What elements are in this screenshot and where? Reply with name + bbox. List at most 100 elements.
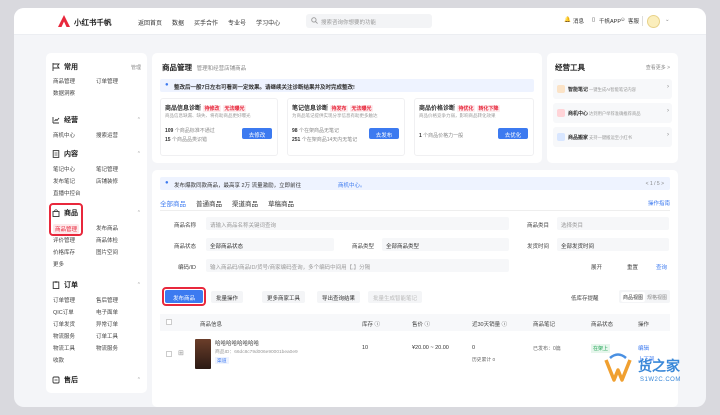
sidebar-item[interactable]: 图片空间 [96,248,118,256]
sku-view-tab[interactable]: 规格视图 [647,294,667,301]
export-button[interactable]: 导出查询结果 [317,291,361,303]
chevron-up-icon[interactable]: ⌃ [137,117,141,123]
expand-icon[interactable]: ⊞ [178,349,184,357]
sidebar-item[interactable]: 评价管理 [53,236,75,244]
watermark-logo-icon [604,353,632,382]
merchant-tools-button[interactable]: 更多商家工具 [262,291,306,303]
search-input[interactable]: 搜索咨询你想要的功能 [306,14,432,28]
sidebar-item[interactable]: 笔记中心 [53,165,75,173]
nav-data[interactable]: 数据 [172,18,184,27]
low-stock-toggle[interactable]: 低库存提醒 [571,294,599,302]
service-link[interactable]: 客服 [628,17,639,25]
sidebar-item[interactable]: 发布笔记 [53,177,75,185]
nav-buyer[interactable]: 买手合作 [194,18,218,27]
code-input[interactable]: 输入商品码/商品ID/货号/商家编码查询，多个编码中间用【,】分隔 [206,259,509,272]
batch-button[interactable]: 批量操作 [211,291,244,303]
app-name: 小红书千帆 [74,18,112,27]
goods-view-tab[interactable]: 商品视图 [621,292,646,302]
reset-button[interactable]: 重置 [627,263,638,271]
sidebar-item[interactable]: 电子面单 [96,308,118,316]
section-aftersale[interactable]: 售后 [52,375,78,385]
chevron-up-icon[interactable]: ⌃ [137,282,141,288]
sidebar-item[interactable]: QIC订单 [53,308,74,316]
sidebar-item[interactable]: 订单发货 [53,320,75,328]
chevron-up-icon[interactable]: ⌃ [137,151,141,157]
page-title-row: 商品管理 管理和经营店铺商品 [162,62,246,73]
status-select[interactable]: 全部商品状态 [206,238,334,251]
manage-link[interactable]: 管理 [131,64,141,71]
sidebar-item[interactable]: 商机中心 [53,131,75,139]
select-all-checkbox[interactable] [166,319,172,325]
query-button[interactable]: 查询 [656,263,667,271]
notice-pager[interactable]: < 1 / 5 > [646,181,664,187]
section-content[interactable]: 内容 [52,149,78,159]
messages-link[interactable]: 消息 [573,17,584,25]
sidebar-item-goods-manage[interactable]: 商品管理 [53,224,80,234]
notice-bar: ● 发布爆款同款商品，最高享 2万 流量激励，立即前往 商机中心。 < 1 / … [160,177,670,190]
sidebar-item[interactable]: 发布商品 [96,224,118,232]
row-checkbox[interactable] [166,351,172,357]
search-icon [311,17,318,24]
sidebar-item[interactable]: 商品体检 [96,236,118,244]
section-business[interactable]: 经营 [52,115,78,125]
sidebar-item[interactable]: 搜索运营 [96,131,118,139]
tool-item[interactable]: 商品搬家 支持一键搬运至小红书 › [553,127,672,147]
type-select[interactable]: 全部商品类型 [382,238,509,251]
sidebar-item[interactable]: 售后管理 [96,296,118,304]
publish-goods-button[interactable]: 发布商品 [165,290,203,303]
sidebar-item[interactable]: 数据洞察 [53,89,75,97]
phone-icon[interactable]: ▯ [592,17,595,23]
guide-link[interactable]: 操作指南 [648,199,670,207]
fix-button[interactable]: 去修改 [242,128,272,139]
flag-icon [52,63,60,71]
sidebar-item[interactable]: 物流工具 [53,344,75,352]
service-icon[interactable]: ☺ [620,17,626,23]
price-value: ¥20.00 ~ 20.00 [412,345,449,351]
section-common[interactable]: 常用 [52,62,78,72]
chevron-down-icon[interactable]: ⌄ [665,17,670,23]
sidebar-item[interactable]: 收款 [53,356,64,364]
smart-note-button[interactable]: 批量生成智能笔记 [368,291,423,303]
expand-link[interactable]: 展开 [591,263,602,271]
nav-home[interactable]: 返回首页 [138,18,162,27]
optimize-button[interactable]: 去优化 [498,128,528,139]
sidebar-item[interactable]: 订单管理 [53,296,75,304]
sidebar-item[interactable]: 商品管理 [53,77,75,85]
info-icon: ● [165,82,169,88]
watermark-text: 货之家 [638,358,680,374]
sidebar-item[interactable]: 笔记管理 [96,165,118,173]
chevron-up-icon[interactable]: ⌃ [137,377,141,383]
sidebar-item[interactable]: 物流服务 [53,332,75,340]
divider [160,210,670,211]
sidebar-item[interactable]: 物流服务 [96,344,118,352]
category-select[interactable]: 选择类目 [557,217,669,230]
sidebar-item[interactable]: 订单管理 [96,77,118,85]
bell-icon[interactable]: 🔔 [564,17,571,23]
section-orders[interactable]: 订单 [52,280,78,290]
notice-link[interactable]: 商机中心。 [338,181,366,189]
goods-name-input[interactable]: 请输入商品名称关键词查询 [206,217,509,230]
sidebar-item[interactable]: 异常订单 [96,320,118,328]
sidebar-item[interactable]: 价格库存 [53,248,75,256]
tool-item[interactable]: 智能笔记 一键生成AI智能笔记内容 › [553,79,672,99]
diag-box-price: 商品价格诊断 待优化 转化下降 商品价格竞争力弱，影响商品转化效果 1 个商品价格力… [414,98,534,156]
chevron-up-icon[interactable]: ⌃ [137,210,141,216]
filter-label: 商品名称 [174,223,197,229]
nav-learn[interactable]: 学习中心 [256,18,280,27]
sidebar-item[interactable]: 直播中控台 [53,189,81,197]
sales-value: 0 [472,345,476,351]
publish-note-button[interactable]: 去发布 [369,128,399,139]
ship-time-select[interactable]: 全部发货时间 [557,238,669,251]
nav-pro[interactable]: 专业号 [228,18,246,27]
sidebar-item[interactable]: 订单工具 [96,332,118,340]
sidebar-item[interactable]: 更多 [53,260,64,268]
avatar[interactable] [647,15,660,28]
tools-more-link[interactable]: 查看更多 > [646,64,670,71]
product-name[interactable]: 哈哈哈哈哈哈哈哈 [215,339,259,347]
sidebar-item[interactable]: 店铺装修 [96,177,118,185]
section-goods[interactable]: 商品 [52,208,78,218]
page-title: 商品管理 [162,63,192,72]
filter-label: 商品类目 [527,223,550,229]
app-link[interactable]: 千帆APP [599,17,621,25]
tool-item[interactable]: 商机中心 达到用户举荐准确推荐商品 › [553,103,672,123]
